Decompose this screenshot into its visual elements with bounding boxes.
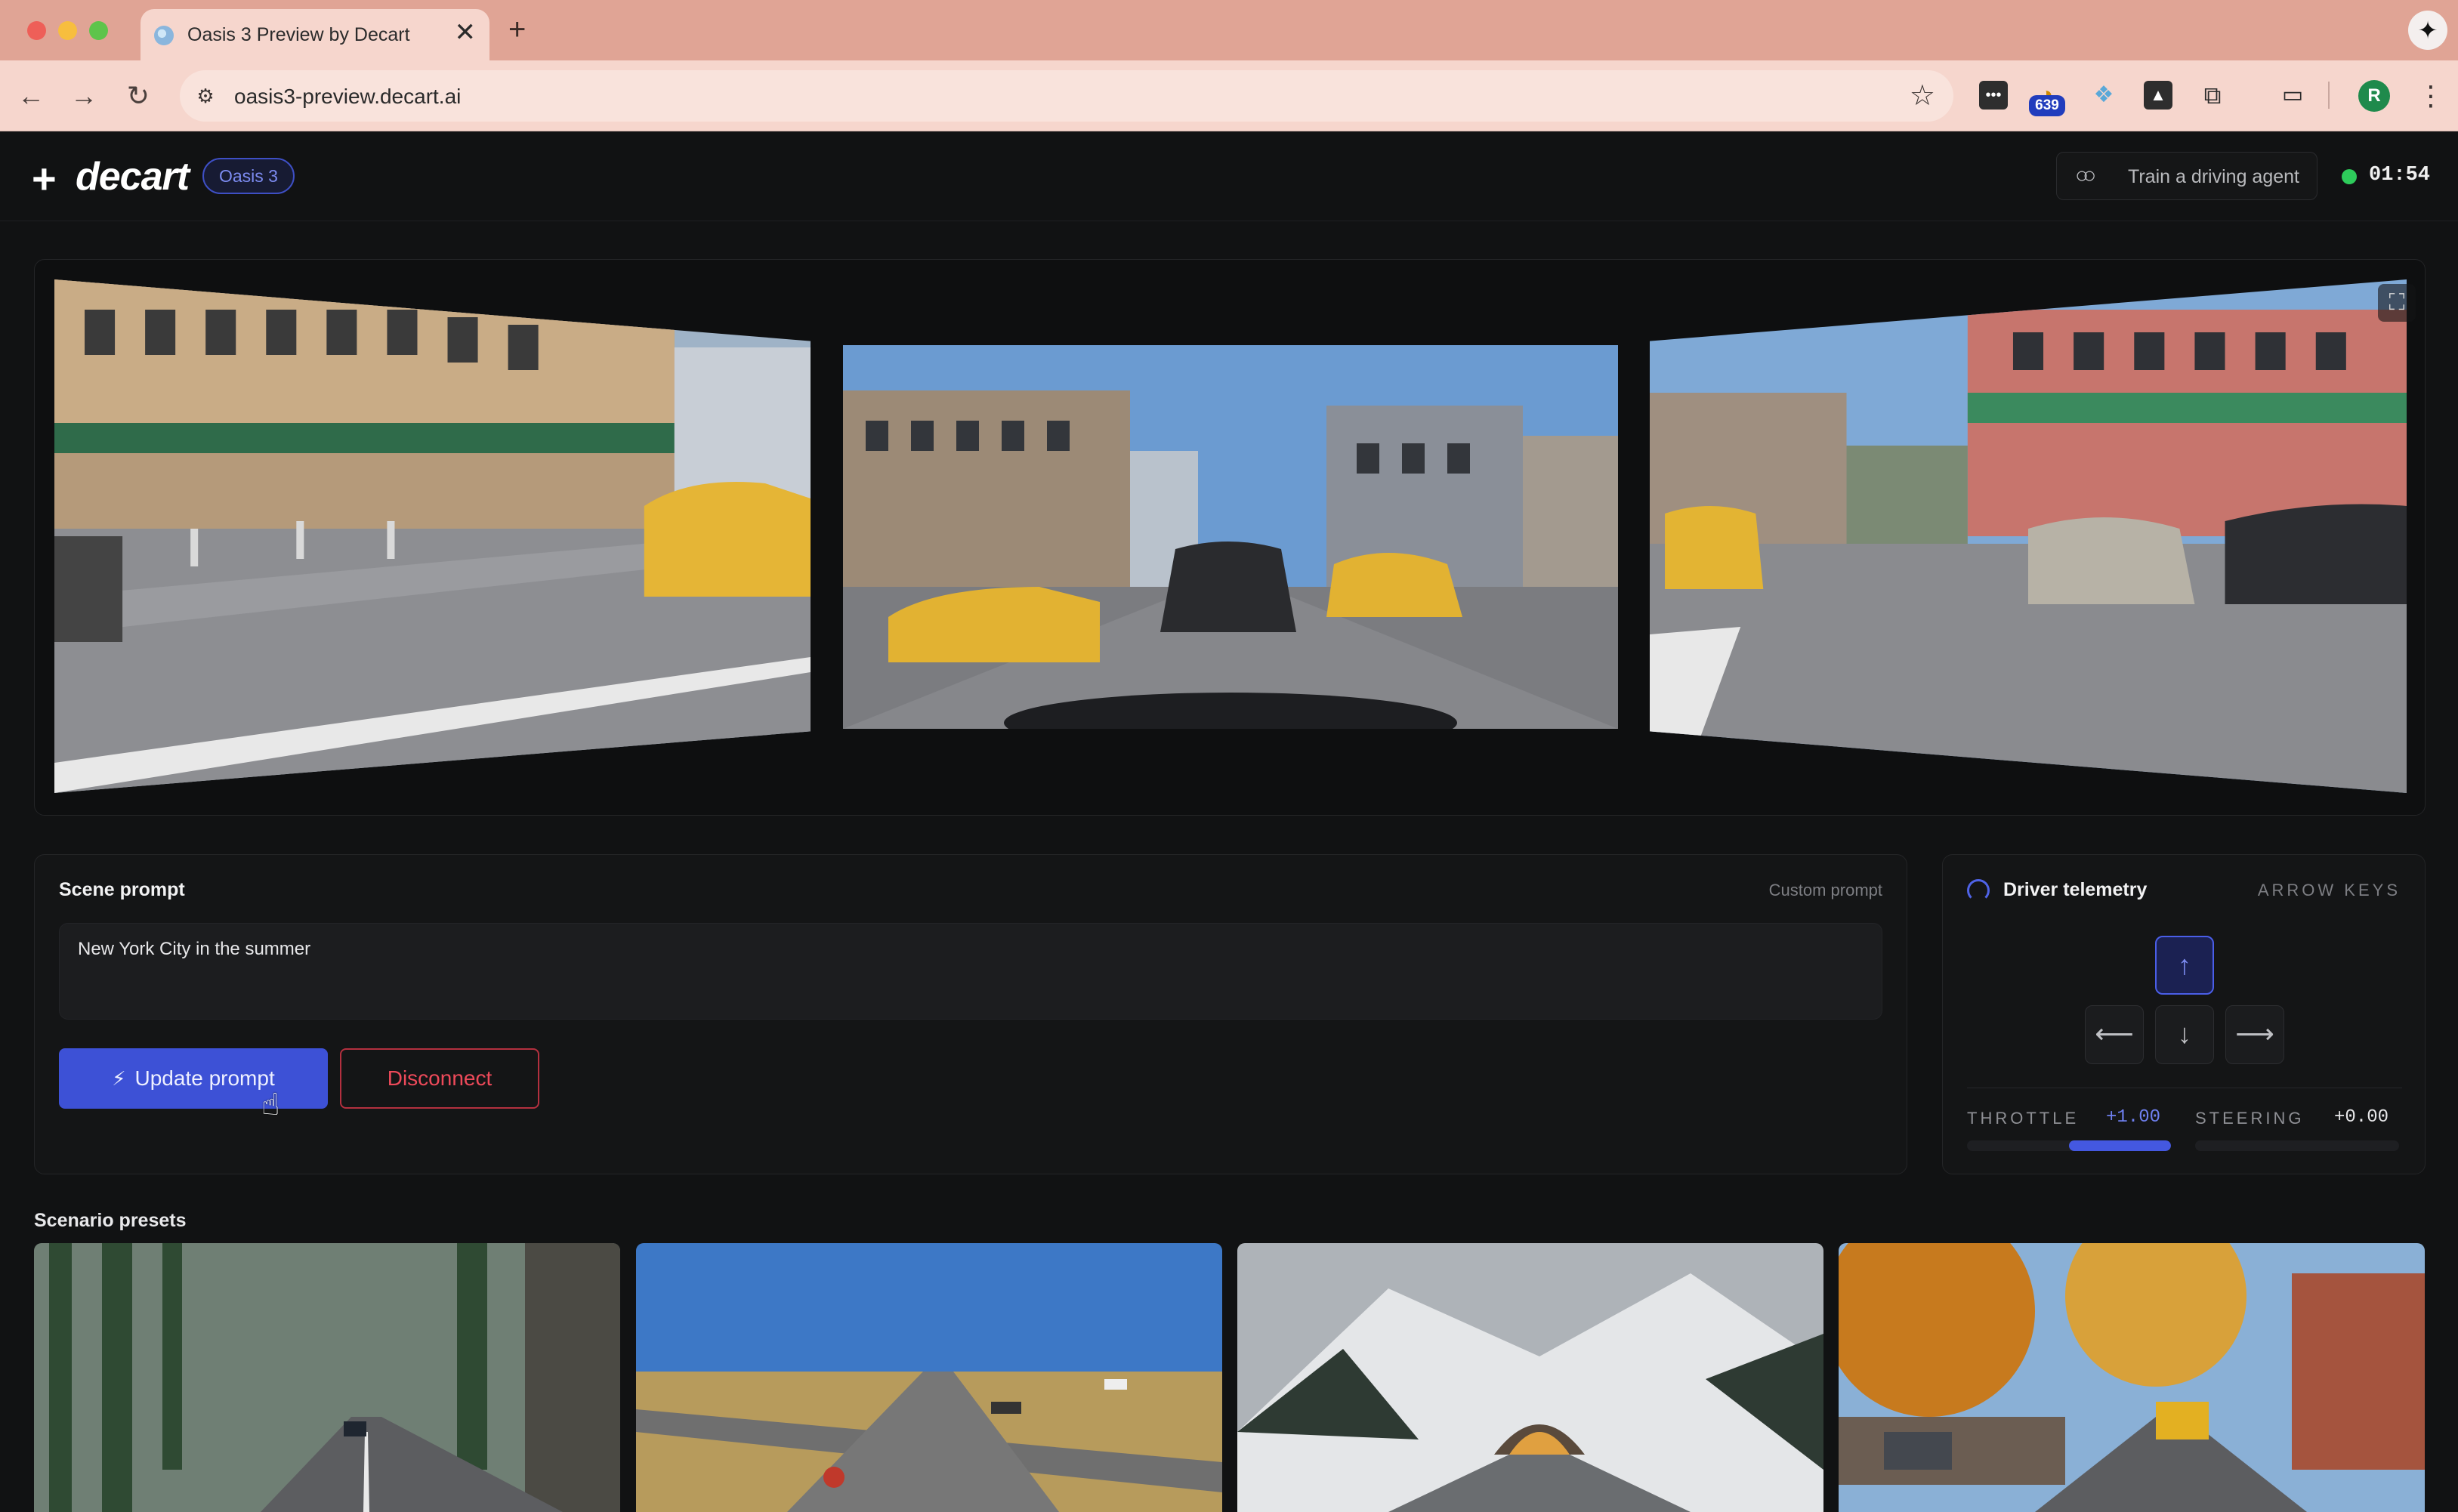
- arrow-down-key[interactable]: ↓: [2155, 1005, 2214, 1064]
- fullscreen-icon[interactable]: ⛶: [2378, 284, 2416, 322]
- logo-text: decart: [76, 155, 190, 199]
- bolt-icon: ⚡: [112, 1067, 126, 1090]
- browser-menu-icon[interactable]: ⋮: [2417, 77, 2444, 115]
- sparkle-icon[interactable]: ✦: [2408, 11, 2447, 50]
- toolbar-divider: [2328, 82, 2330, 109]
- scene-prompt-title: Scene prompt: [59, 879, 185, 900]
- custom-prompt-hint: Custom prompt: [1768, 881, 1882, 899]
- minimize-window-button[interactable]: [58, 21, 77, 40]
- right-camera-view: [1650, 279, 2407, 793]
- browser-tab-strip: Oasis 3 Preview by Decart ✕ + ✦: [0, 0, 2458, 60]
- forward-arrow-icon[interactable]: →: [65, 77, 103, 115]
- front-camera-view: [843, 345, 1618, 729]
- preset-forest-road[interactable]: [34, 1243, 620, 1512]
- tab-close-icon[interactable]: ✕: [455, 20, 477, 45]
- app-header: + decart Oasis 3 ○○ Train a driving agen…: [0, 132, 2458, 221]
- bookmark-star-icon[interactable]: ☆: [1910, 79, 1935, 113]
- train-button-label: Train a driving agent: [2128, 166, 2299, 187]
- extension-ai-icon[interactable]: ❖: [2089, 81, 2118, 110]
- scene-prompt-input[interactable]: New York City in the summer: [59, 923, 1882, 1020]
- url-text: oasis3-preview.decart.ai: [234, 85, 462, 108]
- reload-icon[interactable]: ↻: [119, 77, 157, 115]
- extensions-puzzle-icon[interactable]: ⧉: [2198, 81, 2227, 110]
- favicon-icon: [154, 26, 174, 45]
- pointer-cursor-icon: ☝: [261, 1088, 280, 1122]
- preset-autumn-suburb-street[interactable]: [1839, 1243, 2425, 1512]
- arrow-left-key[interactable]: ⟵: [2085, 1005, 2144, 1064]
- arrow-keys-hint: ARROW KEYS: [2257, 881, 2401, 899]
- steering-meter: [2195, 1140, 2399, 1151]
- throttle-value: +1.00: [2106, 1107, 2161, 1128]
- extension-dots-icon[interactable]: •••: [1979, 81, 2008, 110]
- throttle-meter: [1967, 1140, 2171, 1151]
- address-bar[interactable]: ⚙ oasis3-preview.decart.ai ☆: [180, 70, 1953, 122]
- extension-triangle-icon[interactable]: ▲: [2144, 81, 2172, 110]
- steering-label: STEERING: [2195, 1109, 2305, 1128]
- gauge-icon: [1967, 879, 1990, 902]
- tab-title: Oasis 3 Preview by Decart: [187, 24, 410, 45]
- update-prompt-button[interactable]: ⚡ Update prompt: [59, 1048, 328, 1109]
- profile-avatar[interactable]: R: [2358, 80, 2390, 112]
- train-driving-agent-button[interactable]: ○○ Train a driving agent: [2056, 152, 2317, 200]
- cast-icon[interactable]: ▭: [2278, 81, 2307, 110]
- disconnect-button[interactable]: Disconnect: [340, 1048, 539, 1109]
- left-camera-view: [54, 279, 811, 793]
- back-arrow-icon[interactable]: ←: [12, 77, 50, 115]
- close-window-button[interactable]: [27, 21, 46, 40]
- steering-meter-fill: [2293, 1140, 2301, 1151]
- arrow-right-key[interactable]: ⟶: [2225, 1005, 2284, 1064]
- site-settings-icon[interactable]: ⚙: [190, 81, 221, 111]
- infinity-icon: ○○: [2075, 163, 2096, 188]
- scenario-presets-title: Scenario presets: [34, 1210, 187, 1231]
- arrow-up-key[interactable]: ↑: [2155, 936, 2214, 995]
- session-timer: 01:54: [2369, 164, 2431, 187]
- connection-status-dot: [2342, 169, 2357, 184]
- maximize-window-button[interactable]: [89, 21, 108, 40]
- throttle-meter-fill: [2069, 1140, 2171, 1151]
- throttle-label: THROTTLE: [1967, 1109, 2080, 1128]
- steering-value: +0.00: [2334, 1107, 2389, 1128]
- preset-snowy-mountain-tunnel[interactable]: [1237, 1243, 1823, 1512]
- camera-viewer: ⛶: [34, 259, 2426, 816]
- browser-tab-active[interactable]: Oasis 3 Preview by Decart ✕: [141, 9, 489, 60]
- driver-telemetry-card: Driver telemetry ARROW KEYS ↑ ⟵ ↓ ⟶ THRO…: [1942, 854, 2426, 1174]
- scene-prompt-card: Scene prompt Custom prompt New York City…: [34, 854, 1907, 1174]
- driver-telemetry-title: Driver telemetry: [2003, 879, 2148, 900]
- update-prompt-label: Update prompt: [134, 1066, 275, 1090]
- preset-prairie-intersection[interactable]: [636, 1243, 1222, 1512]
- model-badge: Oasis 3: [202, 158, 295, 194]
- extension-badge: 639: [2029, 95, 2065, 116]
- decart-logo-icon: +: [32, 155, 57, 202]
- new-tab-button[interactable]: +: [508, 12, 526, 47]
